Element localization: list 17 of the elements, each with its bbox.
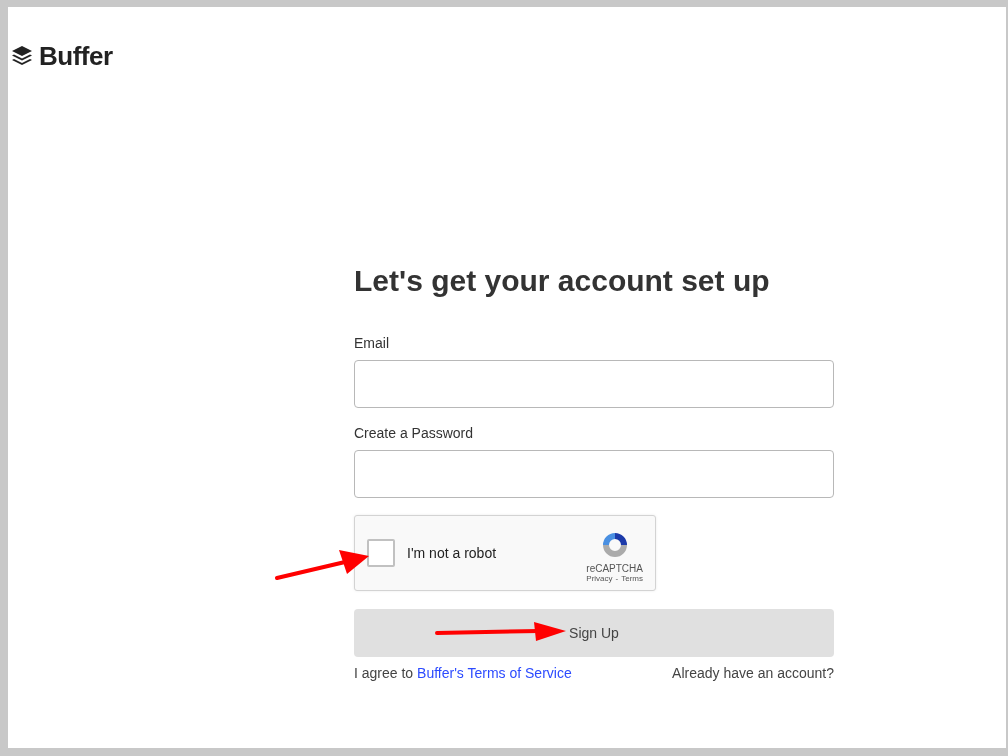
sign-up-button[interactable]: Sign Up — [354, 609, 834, 657]
link-separator: - — [615, 574, 619, 583]
input-field[interactable] — [354, 450, 834, 498]
page-heading: Let's get your account set up — [354, 263, 771, 299]
field-label: Create a Password — [354, 425, 475, 441]
terms-text: I agree to Buffer's Terms of Service — [354, 665, 572, 681]
captcha-label: I'm not a robot — [407, 545, 498, 561]
terms-of-service-link[interactable]: Buffer's Terms of Service — [417, 665, 572, 681]
recaptcha-text: reCAPTCHA — [586, 563, 643, 574]
terms-link[interactable]: Terms — [621, 574, 643, 583]
privacy-link[interactable]: Privacy — [586, 574, 613, 583]
logo-text: Buffer — [39, 40, 113, 72]
input-field[interactable] — [354, 360, 834, 408]
captcha-checkbox[interactable] — [367, 539, 395, 567]
login-link[interactable]: Already have an account? — [672, 665, 834, 681]
field-label: Email — [354, 335, 390, 351]
stack-logo-icon — [10, 44, 34, 68]
